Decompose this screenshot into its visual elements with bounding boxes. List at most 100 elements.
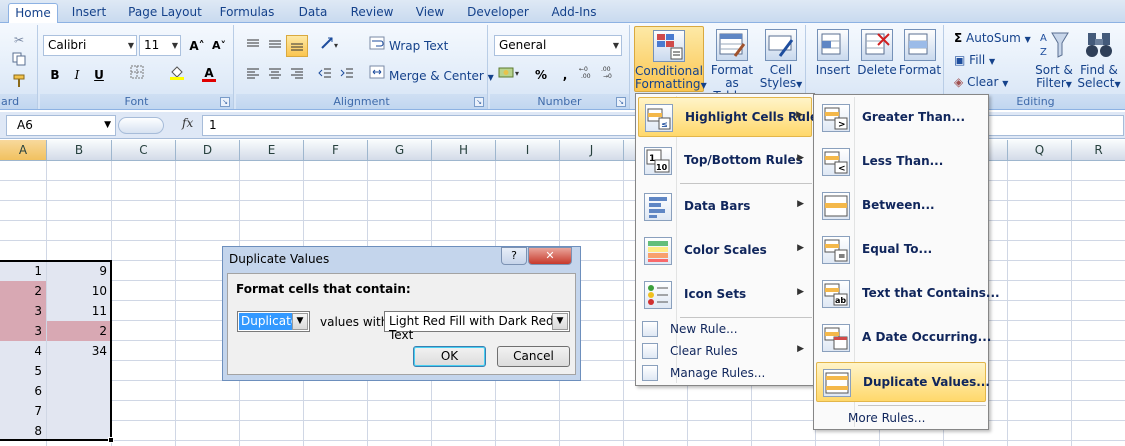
cell-b[interactable]: 2 (47, 321, 111, 341)
shrink-font-button[interactable]: A˅ (208, 35, 230, 57)
align-left-icon[interactable] (242, 64, 264, 86)
column-header-d[interactable]: D (176, 140, 240, 161)
font-color-button[interactable]: A (198, 62, 220, 84)
merge-center-button[interactable]: Merge & Center ▼ (389, 69, 494, 83)
italic-button[interactable]: I (66, 64, 88, 86)
clear-button[interactable]: ◈ Clear ▼ (954, 75, 1008, 89)
help-button[interactable]: ? (501, 247, 527, 265)
format-style-select[interactable]: Light Red Fill with Dark Red Text ▼ (384, 311, 570, 342)
cell-a[interactable]: 5 (0, 361, 46, 381)
submenu-item-equal-to[interactable]: = Equal To... (816, 230, 986, 270)
format-painter-icon[interactable] (8, 73, 30, 95)
align-top-icon[interactable] (242, 35, 264, 57)
cell-b[interactable]: 10 (47, 281, 111, 301)
align-middle-icon[interactable] (264, 35, 286, 57)
dialog-launcher-icon[interactable]: ↘ (220, 97, 230, 107)
menu-item-manage-rules[interactable]: Manage Rules... (638, 362, 812, 384)
align-right-icon[interactable] (286, 64, 308, 86)
duplicate-type-select[interactable]: Duplicate ▼ (237, 311, 310, 332)
column-header-b[interactable]: B (47, 140, 112, 161)
copy-icon[interactable] (8, 51, 30, 73)
align-center-icon[interactable] (264, 64, 286, 86)
submenu-item-duplicate-values[interactable]: Duplicate Values... (816, 362, 990, 402)
column-header-g[interactable]: G (368, 140, 432, 161)
percent-button[interactable]: % (530, 64, 552, 86)
tab-home[interactable]: Home (8, 3, 58, 24)
submenu-item-between[interactable]: Between... (816, 186, 986, 226)
fill-handle[interactable] (108, 437, 114, 443)
align-bottom-icon[interactable] (286, 35, 308, 57)
tab-data[interactable]: Data (292, 3, 334, 23)
cell-a[interactable]: 8 (0, 421, 46, 441)
column-header-h[interactable]: H (432, 140, 496, 161)
orientation-icon[interactable]: ▾ (316, 35, 346, 57)
bold-button[interactable]: B (44, 64, 66, 86)
submenu-item-more-rules[interactable]: More Rules... (816, 407, 986, 429)
format-as-table-button[interactable]: Format as Table▼ (706, 26, 758, 103)
fill-button[interactable]: ▣ Fill ▼ (954, 53, 995, 67)
menu-item-data-bars[interactable]: Data Bars ▶ (638, 187, 812, 227)
close-button[interactable]: ✕ (528, 247, 572, 265)
delete-cells-button[interactable]: Delete (856, 26, 898, 92)
submenu-item-less-than[interactable]: < Less Than... (816, 142, 986, 182)
cell-a[interactable]: 3 (0, 321, 46, 341)
cell-a[interactable]: 7 (0, 401, 46, 421)
dialog-launcher-icon[interactable]: ↘ (616, 97, 626, 107)
decrease-indent-icon[interactable] (314, 64, 336, 86)
cell-styles-button[interactable]: Cell Styles▼ (758, 26, 804, 92)
number-format-combo[interactable]: General ▼ (494, 35, 622, 56)
menu-item-new-rule[interactable]: New Rule... (638, 318, 812, 340)
column-header-a[interactable]: A (0, 140, 47, 161)
conditional-formatting-button[interactable]: Conditional Formatting▼ (634, 26, 707, 92)
menu-item-color-scales[interactable]: Color Scales ▶ (638, 231, 812, 271)
tab-add-ins[interactable]: Add-Ins (546, 3, 602, 23)
wrap-text-button[interactable]: Wrap Text (389, 39, 448, 53)
cell-b[interactable] (47, 361, 111, 381)
column-header-i[interactable]: I (496, 140, 560, 161)
autosum-button[interactable]: Σ AutoSum ▼ (954, 31, 1031, 45)
font-size-combo[interactable]: 11 ▼ (139, 35, 181, 56)
tab-page-layout[interactable]: Page Layout (124, 3, 206, 23)
tab-review[interactable]: Review (346, 3, 398, 23)
tab-insert[interactable]: Insert (66, 3, 112, 23)
dialog-launcher-icon[interactable]: ↘ (474, 97, 484, 107)
cell-a[interactable]: 2 (0, 281, 46, 301)
cancel-button[interactable]: Cancel (497, 346, 570, 367)
ok-button[interactable]: OK (413, 346, 486, 367)
underline-button[interactable]: U (88, 64, 110, 86)
font-name-combo[interactable]: Calibri ▼ (43, 35, 137, 56)
cut-icon[interactable]: ✂ (8, 29, 30, 51)
submenu-item-greater-than[interactable]: > Greater Than... (816, 98, 986, 138)
menu-item-highlight-cells-rules[interactable]: ≤ Highlight Cells Rules ▶ (638, 97, 825, 137)
increase-indent-icon[interactable] (336, 64, 358, 86)
fill-color-icon[interactable] (166, 64, 188, 86)
column-header-j[interactable]: J (560, 140, 624, 161)
insert-cells-button[interactable]: Insert (812, 26, 854, 92)
name-box[interactable]: A6 ▼ (6, 115, 116, 136)
cell-a[interactable]: 1 (0, 261, 46, 281)
menu-item-icon-sets[interactable]: Icon Sets ▶ (638, 275, 812, 315)
grow-font-button[interactable]: A˄ (186, 35, 208, 57)
cell-a[interactable]: 4 (0, 341, 46, 361)
cell-a[interactable]: 3 (0, 301, 46, 321)
decrease-decimal-icon[interactable]: .00 →0 (600, 64, 622, 86)
find-select-button[interactable]: Find & Select▼ (1076, 26, 1122, 92)
submenu-item-date-occurring[interactable]: A Date Occurring... (816, 318, 991, 358)
column-header-r[interactable]: R (1072, 140, 1125, 161)
currency-icon[interactable]: ▾ (496, 64, 526, 86)
borders-icon[interactable] (126, 64, 148, 86)
menu-item-top-bottom-rules[interactable]: 1 10 Top/Bottom Rules ▶ (638, 141, 812, 181)
column-header-c[interactable]: C (112, 140, 176, 161)
tab-developer[interactable]: Developer (464, 3, 532, 23)
column-header-f[interactable]: F (304, 140, 368, 161)
tab-formulas[interactable]: Formulas (216, 3, 278, 23)
column-header-e[interactable]: E (240, 140, 304, 161)
cell-a[interactable]: 6 (0, 381, 46, 401)
comma-button[interactable]: , (554, 64, 576, 86)
sort-filter-button[interactable]: AZ Sort & Filter▼ (1032, 26, 1076, 92)
cell-b[interactable] (47, 421, 111, 441)
cell-b[interactable]: 34 (47, 341, 111, 361)
submenu-item-text-contains[interactable]: ab Text that Contains... (816, 274, 1000, 314)
cell-b[interactable]: 11 (47, 301, 111, 321)
cell-b[interactable]: 9 (47, 261, 111, 281)
